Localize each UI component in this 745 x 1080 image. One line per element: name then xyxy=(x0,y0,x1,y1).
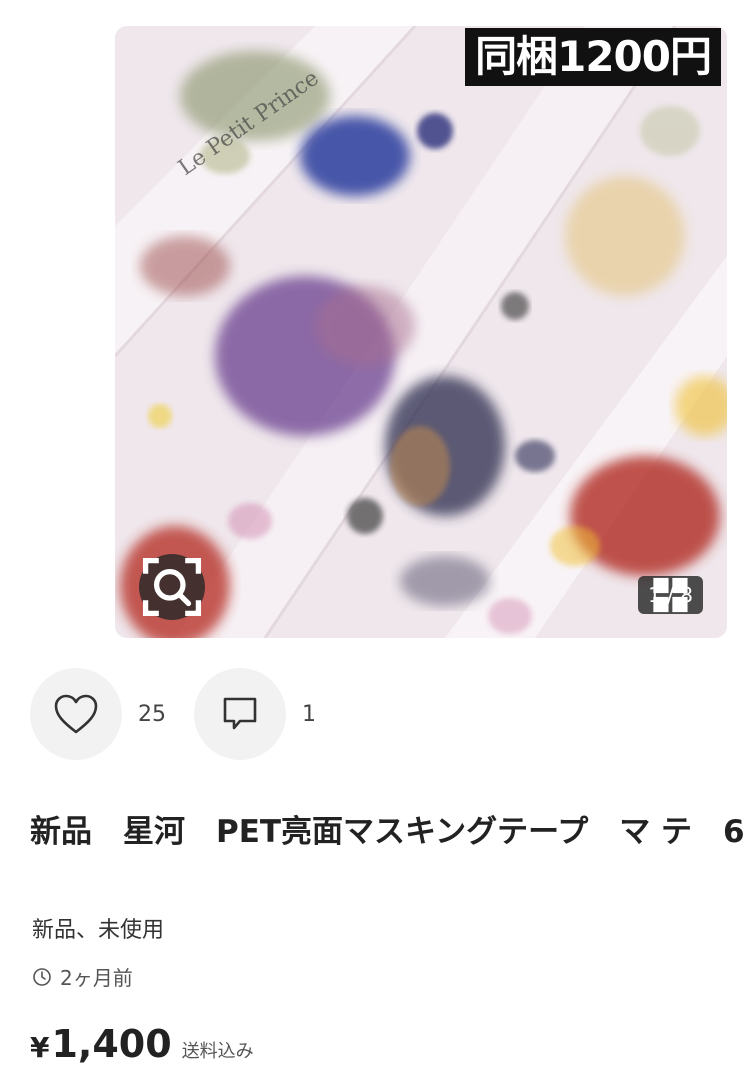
zoom-button[interactable] xyxy=(139,554,205,620)
product-photo[interactable]: Le Petit Prince 同梱1200円 1 / 8 xyxy=(115,26,727,638)
comment-button[interactable] xyxy=(194,668,286,760)
posted-time: 2ヶ月前 xyxy=(32,962,133,991)
like-count: 25 xyxy=(138,701,166,727)
shipping-label: 送料込み xyxy=(181,1041,254,1062)
price-currency: ¥ xyxy=(30,1031,50,1064)
image-counter[interactable]: 1 / 8 xyxy=(638,576,703,614)
comment-count: 1 xyxy=(302,701,316,727)
posted-time-text: 2ヶ月前 xyxy=(60,966,133,990)
heart-icon xyxy=(54,694,98,734)
clock-icon xyxy=(33,967,51,986)
product-title: 新品 星河 PET亮面マスキングテープ マ テ 6m xyxy=(30,814,745,850)
zoom-search-icon xyxy=(142,557,202,617)
action-bar: 25 1 xyxy=(30,668,358,760)
comment-icon xyxy=(223,697,257,730)
grid-icon xyxy=(653,577,688,613)
bundle-badge: 同梱1200円 xyxy=(465,28,721,86)
washi-tape-illustration: Le Petit Prince xyxy=(115,26,727,638)
product-condition: 新品、未使用 xyxy=(32,918,165,943)
price-row: ¥ 1,400 送料込み xyxy=(30,1022,254,1066)
like-button[interactable] xyxy=(30,668,122,760)
price-value: 1,400 xyxy=(51,1022,172,1066)
